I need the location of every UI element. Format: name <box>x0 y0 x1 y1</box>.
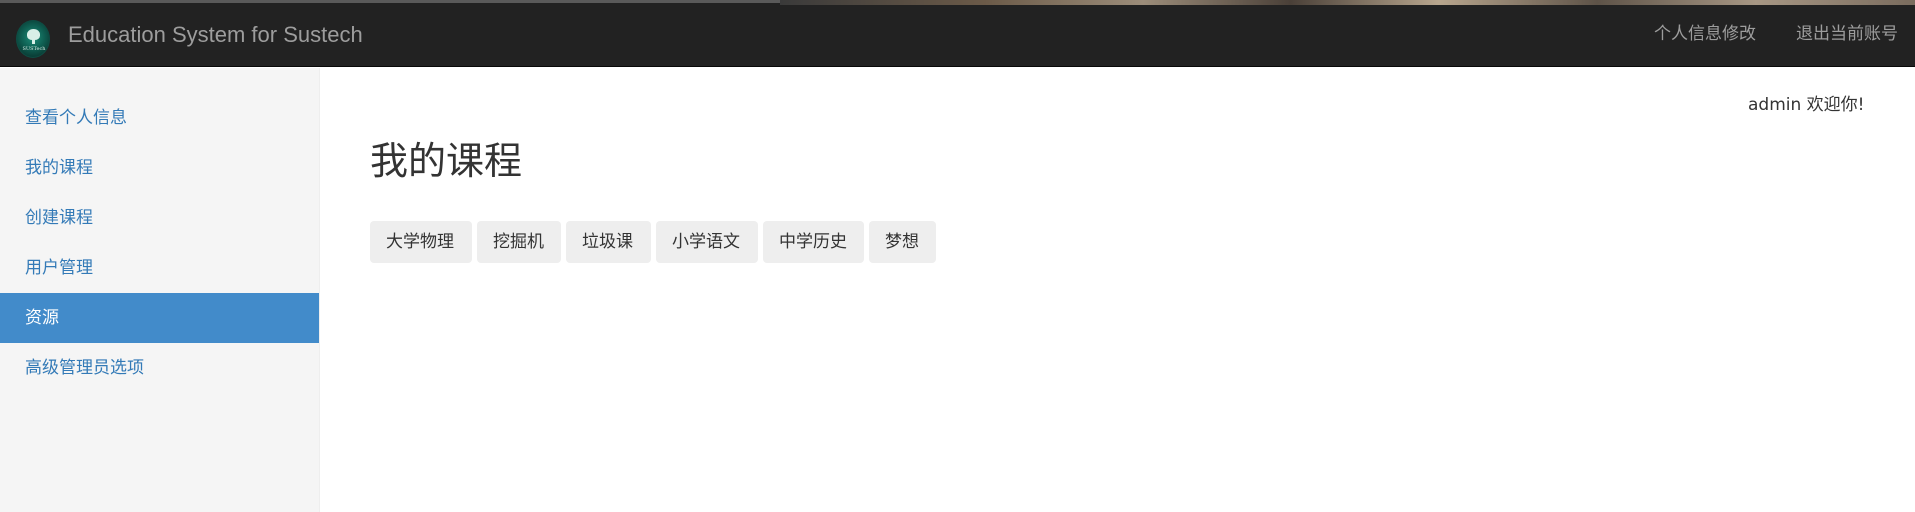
logo-text: SUSTech <box>22 46 46 52</box>
course-button[interactable]: 小学语文 <box>656 221 758 263</box>
top-navbar: SUSTech Education System for Sustech 个人信… <box>0 0 1915 67</box>
sidebar-item-user-management[interactable]: 用户管理 <box>0 243 319 293</box>
sidebar-item-my-courses[interactable]: 我的课程 <box>0 143 319 193</box>
navbar-background-photo <box>780 0 1915 5</box>
logo-trunk-shape <box>32 39 35 44</box>
navbar-top-line <box>0 0 780 3</box>
sustech-logo-icon[interactable]: SUSTech <box>16 20 50 58</box>
course-button[interactable]: 垃圾课 <box>566 221 651 263</box>
sidebar-item-resources[interactable]: 资源 <box>0 293 319 343</box>
sidebar-item-create-course[interactable]: 创建课程 <box>0 193 319 243</box>
course-button[interactable]: 中学历史 <box>763 221 864 263</box>
logout-link[interactable]: 退出当前账号 <box>1796 23 1898 45</box>
welcome-message: admin 欢迎你! <box>1748 95 1865 115</box>
sidebar-item-admin-options[interactable]: 高级管理员选项 <box>0 343 319 393</box>
course-button[interactable]: 梦想 <box>869 221 936 263</box>
course-button[interactable]: 大学物理 <box>370 221 472 263</box>
edit-profile-link[interactable]: 个人信息修改 <box>1654 23 1756 45</box>
page-title: 我的课程 <box>370 139 523 183</box>
sidebar-item-view-profile[interactable]: 查看个人信息 <box>0 93 319 143</box>
course-button[interactable]: 挖掘机 <box>477 221 561 263</box>
sidebar: 查看个人信息 我的课程 创建课程 用户管理 资源 高级管理员选项 <box>0 68 320 512</box>
brand-title[interactable]: Education System for Sustech <box>68 21 363 49</box>
